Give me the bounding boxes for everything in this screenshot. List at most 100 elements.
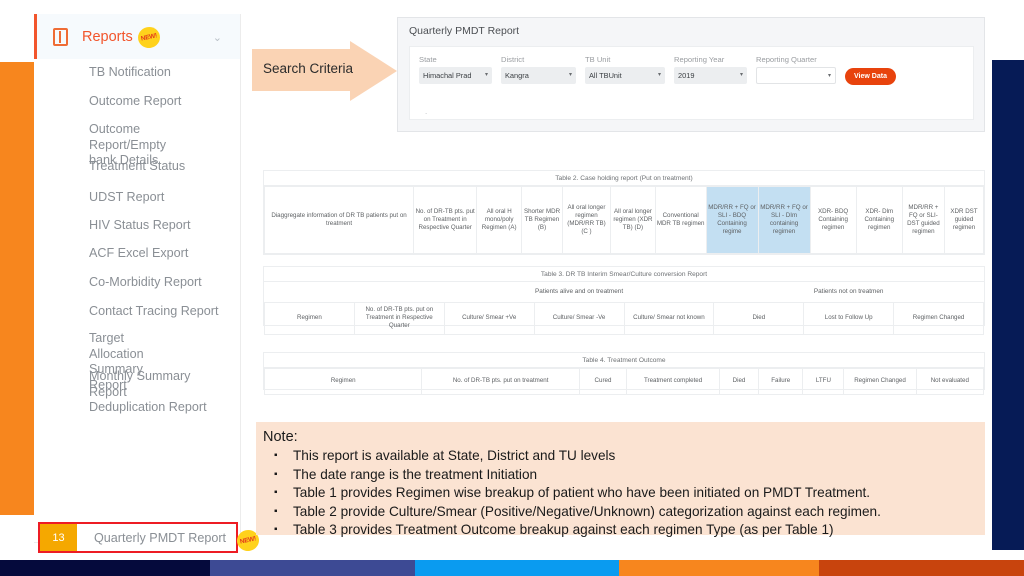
filter-group-district: District Kangra ▾ bbox=[501, 55, 576, 85]
sidebar-item-hiv-status-report[interactable]: HIV Status Report bbox=[34, 214, 241, 238]
sidebar-item-deduplication-report[interactable]: Deduplication Report bbox=[34, 396, 241, 420]
search-criteria-annotation: Search Criteria bbox=[252, 41, 397, 101]
column-group-header: Patients alive and on treatment bbox=[444, 282, 714, 303]
column-header: Regimen Changed bbox=[893, 302, 984, 335]
step-badge: 13 bbox=[40, 524, 77, 551]
filter-label: Reporting Quarter bbox=[756, 55, 817, 64]
report-panel-title: Quarterly PMDT Report bbox=[409, 25, 520, 37]
arrow-head-icon bbox=[350, 41, 397, 101]
column-header: All oral longer regimen (MDR/RR TB) (C ) bbox=[561, 186, 612, 254]
filter-label: TB Unit bbox=[585, 55, 611, 64]
filter-value: All TBUnit bbox=[589, 71, 622, 80]
column-header: Died bbox=[713, 302, 805, 335]
sidebar-item-quarterly-pmdt-report[interactable]: 13 Quarterly PMDT Report NEW! bbox=[38, 522, 261, 553]
left-accent-bar bbox=[0, 62, 34, 515]
chevron-down-icon[interactable]: ⌄ bbox=[213, 31, 222, 44]
note-item: The date range is the treatment Initiati… bbox=[263, 466, 985, 485]
filter-value: Kangra bbox=[505, 71, 529, 80]
column-header: MDR/RR + FQ or SLI - BDQ Containing regi… bbox=[705, 186, 759, 254]
column-header: MDR/RR + FQ or SLI- DST guided regimen bbox=[901, 186, 945, 254]
report-icon bbox=[53, 27, 68, 46]
sidebar-item-treatment-status[interactable]: Treatment Status bbox=[34, 155, 241, 179]
bottom-color-bars bbox=[0, 560, 1024, 576]
chevron-down-icon: ▾ bbox=[657, 72, 661, 78]
column-header: All oral H mono/poly Regimen (A) bbox=[476, 186, 523, 254]
bottom-bar-segment-5 bbox=[819, 560, 1024, 576]
column-header: All oral longer regimen (XDR TB) (D) bbox=[610, 186, 656, 254]
column-header: Conventional MDR TB regimen bbox=[654, 186, 707, 254]
column-header: Lost to Follow Up bbox=[803, 302, 895, 335]
column-header: MDR/RR + FQ or SLI - DIm containing regi… bbox=[757, 186, 811, 254]
sidebar-header-reports[interactable]: Reports NEW! ⌄ bbox=[34, 14, 240, 59]
sidebar-item-outcome-report[interactable]: Outcome Report bbox=[34, 90, 241, 114]
sidebar-item-acf-excel-export[interactable]: ACF Excel Export bbox=[34, 242, 241, 266]
table-group-row: Patients alive and on treatment Patients … bbox=[264, 282, 984, 303]
filter-group-state: State Himachal Prad ▾ bbox=[419, 55, 492, 85]
sidebar-item-udst-report[interactable]: UDST Report bbox=[34, 186, 241, 210]
column-header: XDR- Dlm Containing regimen bbox=[855, 186, 903, 254]
note-item: Table 3 provides Treatment Outcome break… bbox=[263, 521, 985, 540]
chevron-down-icon: ▾ bbox=[484, 72, 488, 78]
note-title: Note: bbox=[263, 429, 298, 445]
sidebar-menu: TB Notification Outcome Report Outcome Rep… bbox=[34, 59, 240, 414]
filter-card: State Himachal Prad ▾ District Kangra ▾ TB Uni… bbox=[409, 46, 974, 120]
filter-group-reporting-quarter: Reporting Quarter ▾ bbox=[756, 55, 836, 85]
column-header: Died bbox=[719, 368, 759, 395]
reporting-quarter-select[interactable]: ▾ bbox=[756, 67, 836, 84]
filter-label: State bbox=[419, 55, 437, 64]
sidebar-item-contact-tracing-report[interactable]: Contact Tracing Report bbox=[34, 300, 241, 324]
state-select[interactable]: Himachal Prad ▾ bbox=[419, 67, 492, 84]
note-list: This report is available at State, Distr… bbox=[263, 447, 985, 540]
district-select[interactable]: Kangra ▾ bbox=[501, 67, 576, 84]
bottom-bar-segment-4 bbox=[619, 560, 819, 576]
column-header: No. of DR-TB pts. put on Treatment in Re… bbox=[413, 186, 478, 254]
case-holding-table: Table 2. Case holding report (Put on tre… bbox=[263, 170, 985, 255]
column-header: No. of DR-TB pts. put on treatment bbox=[421, 368, 580, 395]
table2-caption: Table 2. Case holding report (Put on tre… bbox=[264, 171, 984, 186]
new-badge-icon: NEW! bbox=[135, 24, 162, 51]
right-accent-bar bbox=[992, 60, 1024, 550]
filter-label: Reporting Year bbox=[674, 55, 725, 64]
filter-group-reporting-year: Reporting Year 2019 ▾ bbox=[674, 55, 747, 85]
column-header: LTFU bbox=[802, 368, 845, 395]
column-header: Regimen bbox=[264, 302, 355, 335]
bottom-bar-segment-1 bbox=[0, 560, 210, 576]
reporting-year-select[interactable]: 2019 ▾ bbox=[674, 67, 747, 84]
tb-unit-select[interactable]: All TBUnit ▾ bbox=[585, 67, 665, 84]
column-header: Regimen bbox=[263, 368, 423, 395]
column-group-header bbox=[264, 282, 445, 303]
view-data-button[interactable]: View Data bbox=[845, 68, 896, 85]
column-header: Cured bbox=[578, 368, 628, 395]
note-box: Note: This report is available at State,… bbox=[256, 422, 985, 540]
filter-row: State Himachal Prad ▾ District Kangra ▾ TB Uni… bbox=[410, 47, 973, 85]
note-item: Table 1 provides Regimen wise breakup of… bbox=[263, 484, 985, 503]
report-panel: Quarterly PMDT Report State Himachal Prad… bbox=[397, 17, 985, 132]
table3-caption: Table 3. DR TB Interim Smear/Culture con… bbox=[264, 267, 984, 282]
table-row: Regimen No. of DR-TB pts. put on Treatmen… bbox=[264, 302, 984, 335]
chevron-down-icon: ▾ bbox=[827, 73, 831, 79]
filter-group-tb-unit: TB Unit All TBUnit ▾ bbox=[585, 55, 665, 85]
bottom-bar-segment-2 bbox=[210, 560, 415, 576]
column-header: Shorter MDR TB Regimen (B) bbox=[521, 186, 563, 254]
table-row: Diaggregate information of DR TB patient… bbox=[263, 186, 985, 254]
sidebar-item-label: Quarterly PMDT Report NEW! bbox=[77, 527, 261, 553]
chevron-down-icon: ▾ bbox=[568, 72, 572, 78]
column-header: Not evaluated bbox=[915, 368, 985, 395]
column-header: Failure bbox=[757, 368, 804, 395]
search-criteria-label: Search Criteria bbox=[263, 61, 354, 76]
treatment-outcome-table: Table 4. Treatment Outcome Regimen No. of… bbox=[263, 352, 985, 395]
sidebar-item-tb-notification[interactable]: TB Notification bbox=[34, 61, 241, 85]
bottom-bar-segment-3 bbox=[415, 560, 619, 576]
chevron-down-icon: ▾ bbox=[739, 72, 743, 78]
interim-conversion-table: Table 3. DR TB Interim Smear/Culture con… bbox=[263, 266, 985, 335]
sidebar-item-text: Quarterly PMDT Report bbox=[94, 530, 227, 545]
column-header: Treatment completed bbox=[626, 368, 721, 395]
sidebar-header-label: Reports bbox=[82, 28, 133, 45]
note-item: This report is available at State, Distr… bbox=[263, 447, 985, 466]
column-header: No. of DR-TB pts. put on Treatment in Re… bbox=[353, 302, 445, 335]
filter-value: 2019 bbox=[678, 71, 695, 80]
column-header: XDR DST guided regimen bbox=[943, 186, 985, 254]
sidebar-item-co-morbidity-report[interactable]: Co-Morbidity Report bbox=[34, 271, 241, 295]
column-header: Diaggregate information of DR TB patient… bbox=[263, 186, 415, 254]
note-item: Table 2 provide Culture/Smear (Positive/… bbox=[263, 503, 985, 522]
